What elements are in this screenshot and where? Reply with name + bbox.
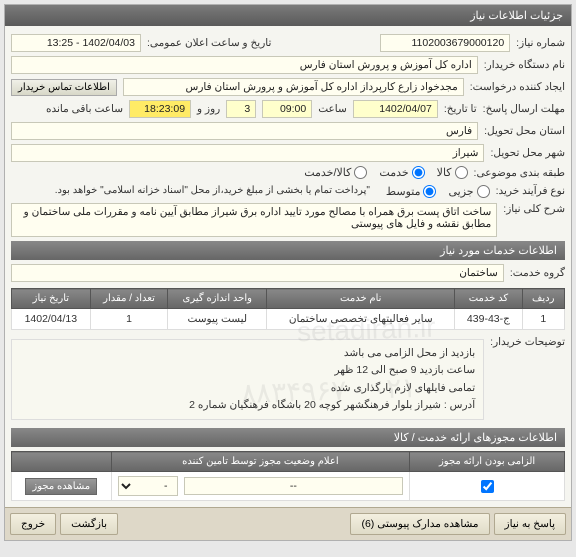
- cat-both-radio[interactable]: [354, 166, 367, 179]
- buyer-note-line: آدرس : شیراز بلوار فرهنگشهر کوچه 20 باشگ…: [20, 397, 475, 414]
- requester-field: مجدخواد زارع کارپرداز اداره کل آموزش و پ…: [123, 78, 464, 96]
- need-number-label: شماره نیاز:: [516, 37, 565, 49]
- cat-service-radio[interactable]: [412, 166, 425, 179]
- attachments-button[interactable]: مشاهده مدارک پیوستی (6): [350, 513, 489, 535]
- buyer-note-line: بازدید از محل الزامی می باشد: [20, 345, 475, 362]
- td-code: ج-43-439: [455, 309, 522, 330]
- time-label-1: ساعت: [318, 103, 347, 115]
- services-table: ردیف کد خدمت نام خدمت واحد اندازه گیری ت…: [11, 288, 565, 330]
- province-label: استان محل تحویل:: [484, 125, 565, 137]
- device-name-field: اداره کل آموزش و پرورش استان فارس: [11, 56, 478, 74]
- to-date-label: تا تاریخ:: [444, 103, 477, 115]
- th-qty: تعداد / مقدار: [90, 289, 168, 309]
- buyer-note-line: تمامی فایلهای لازم بارگذاری شده: [20, 380, 475, 397]
- category-radio-group: کالا خدمت کالا/خدمت: [304, 166, 467, 179]
- cat-goods-radio[interactable]: [455, 166, 468, 179]
- th-action: [12, 452, 112, 472]
- category-label: طبقه بندی موضوعی:: [474, 167, 565, 179]
- cat-both-label: کالا/خدمت: [304, 166, 351, 179]
- process-radio-group: جزیی متوسط: [386, 185, 490, 198]
- announce-date-label: تاریخ و ساعت اعلان عمومی:: [147, 37, 271, 49]
- details-form: شماره نیاز: 1102003679000120 تاریخ و ساع…: [5, 26, 571, 507]
- day-label: روز و: [197, 103, 220, 115]
- announce-date-field: 1402/04/03 - 13:25: [11, 34, 141, 52]
- reply-button[interactable]: پاسخ به نیاز: [494, 513, 566, 535]
- status-cell: -- -: [111, 472, 410, 501]
- process-note: "پرداخت تمام یا بخشی از مبلغ خرید،از محل…: [55, 183, 370, 199]
- td-unit: لیست پیوست: [168, 309, 267, 330]
- process-label: نوع فرآیند خرید:: [496, 185, 565, 197]
- td-name: سایر فعالیتهای تخصصی ساختمان: [267, 309, 455, 330]
- remaining-label: ساعت باقی مانده: [46, 103, 123, 115]
- auth-row: -- - مشاهده مجوز: [12, 472, 565, 501]
- proc-medium-label: متوسط: [386, 185, 421, 198]
- td-date: 1402/04/13: [12, 309, 91, 330]
- services-header: اطلاعات خدمات مورد نیاز: [11, 241, 565, 260]
- province-field: فارس: [11, 122, 478, 140]
- proc-small-label: جزیی: [448, 185, 473, 198]
- auth-header: اطلاعات مجوزهای ارائه خدمت / کالا: [11, 428, 565, 447]
- view-auth-button[interactable]: مشاهده مجوز: [25, 478, 97, 495]
- cat-goods-label: کالا: [437, 166, 452, 179]
- status-select[interactable]: -: [118, 476, 178, 496]
- need-number-field: 1102003679000120: [380, 34, 510, 52]
- th-mandatory: الزامی بودن ارائه مجوز: [410, 452, 565, 472]
- city-label: شهر محل تحویل:: [490, 147, 565, 159]
- table-header-row: ردیف کد خدمت نام خدمت واحد اندازه گیری ت…: [12, 289, 565, 309]
- deadline-time-field: 09:00: [262, 100, 312, 118]
- countdown-field: 18:23:09: [129, 100, 191, 118]
- th-date: تاریخ نیاز: [12, 289, 91, 309]
- requester-label: ایجاد کننده درخواست:: [470, 81, 565, 93]
- th-rownum: ردیف: [522, 289, 564, 309]
- mandatory-cell: [410, 472, 565, 501]
- device-name-label: نام دستگاه خریدار:: [484, 59, 565, 71]
- th-code: کد خدمت: [455, 289, 522, 309]
- cat-service-label: خدمت: [379, 166, 408, 179]
- action-cell: مشاهده مجوز: [12, 472, 112, 501]
- th-name: نام خدمت: [267, 289, 455, 309]
- proc-medium-radio[interactable]: [423, 185, 436, 198]
- td-qty: 1: [90, 309, 168, 330]
- table-row[interactable]: 1 ج-43-439 سایر فعالیتهای تخصصی ساختمان …: [12, 309, 565, 330]
- buyer-notes-label: توضیحات خریدار:: [490, 336, 565, 348]
- auth-header-row: الزامی بودن ارائه مجوز اعلام وضعیت مجوز …: [12, 452, 565, 472]
- auth-table: الزامی بودن ارائه مجوز اعلام وضعیت مجوز …: [11, 451, 565, 501]
- bottom-toolbar: پاسخ به نیاز مشاهده مدارک پیوستی (6) باز…: [5, 507, 571, 540]
- service-group-field: ساختمان: [11, 264, 504, 282]
- proc-small-radio[interactable]: [477, 185, 490, 198]
- keyword-textarea: [11, 203, 497, 237]
- status-dash-1: --: [184, 477, 404, 495]
- back-button[interactable]: بازگشت: [60, 513, 118, 535]
- mandatory-checkbox[interactable]: [481, 480, 494, 493]
- deadline-label: مهلت ارسال پاسخ:: [483, 103, 565, 115]
- contact-info-button[interactable]: اطلاعات تماس خریدار: [11, 79, 117, 96]
- buyer-notes-box: بازدید از محل الزامی می باشد ساعت بازدید…: [11, 339, 484, 420]
- service-group-label: گروه خدمت:: [510, 267, 565, 279]
- exit-button[interactable]: خروج: [10, 513, 56, 535]
- buyer-note-line: ساعت بازدید 9 صبح الی 12 ظهر: [20, 362, 475, 379]
- th-status: اعلام وضعیت مجوز توسط تامین کننده: [111, 452, 410, 472]
- panel-title: جزئیات اطلاعات نیاز: [5, 5, 571, 26]
- th-unit: واحد اندازه گیری: [168, 289, 267, 309]
- td-rownum: 1: [522, 309, 564, 330]
- keyword-label: شرح کلی نیاز:: [503, 203, 565, 215]
- city-field: شیراز: [11, 144, 484, 162]
- deadline-date-field: 1402/04/07: [353, 100, 438, 118]
- days-field: 3: [226, 100, 256, 118]
